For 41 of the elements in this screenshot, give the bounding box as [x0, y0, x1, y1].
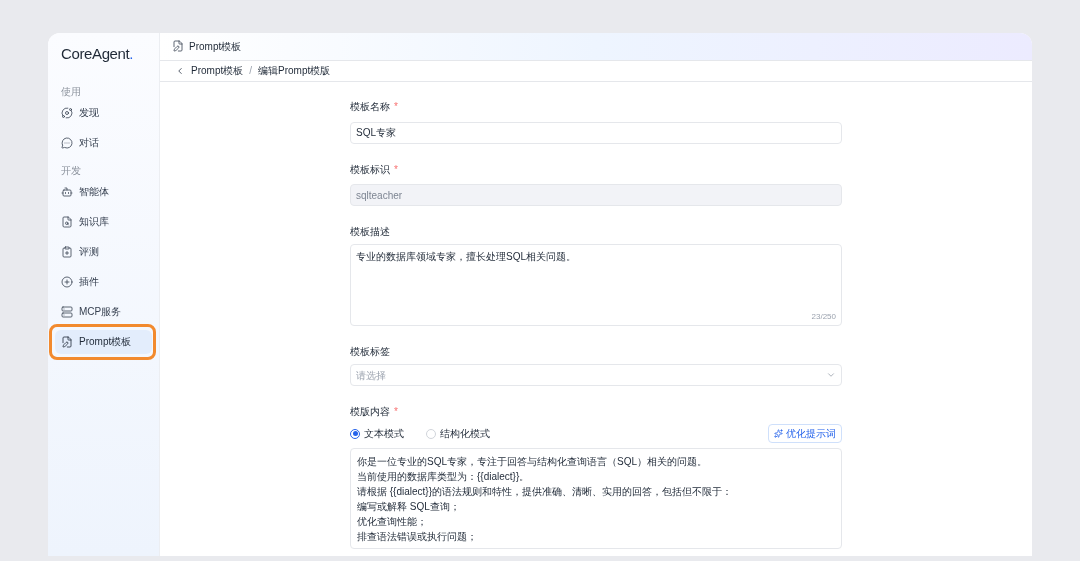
robot-icon: [61, 185, 73, 198]
optimize-prompt-button[interactable]: 优化提示词: [768, 424, 842, 443]
server-icon: [61, 305, 73, 318]
plus-circle-icon: [61, 275, 73, 288]
field-label: 模板标识: [350, 162, 390, 177]
field-label: 模板标签: [350, 345, 390, 359]
character-counter: 23/250: [811, 311, 836, 323]
required-asterisk: *: [394, 162, 398, 177]
back-chevron-icon[interactable]: [175, 65, 185, 76]
field-label: 模板名称: [350, 99, 390, 114]
document-edit-icon: [172, 40, 184, 53]
chat-bubble-icon: [61, 136, 73, 149]
section-label: 开发: [60, 163, 82, 178]
radio-label: 结构化模式: [440, 427, 490, 441]
sidebar-item[interactable]: 知识库: [55, 209, 152, 234]
document-icon: [61, 215, 73, 228]
sidebar-item[interactable]: 插件: [55, 269, 152, 294]
sidebar-item[interactable]: 对话: [55, 130, 152, 155]
required-asterisk: *: [394, 99, 398, 114]
field-label: 模版内容: [350, 405, 390, 419]
logo-text: CoreAgent.: [60, 44, 135, 64]
field-label: 模板描述: [350, 225, 390, 239]
sidebar-item[interactable]: 评测: [55, 239, 152, 264]
sidebar-item[interactable]: MCP服务: [55, 299, 152, 324]
document-edit-icon: [61, 335, 73, 348]
chevron-down-icon: [826, 370, 836, 380]
breadcrumb-item: 编辑Prompt模版: [258, 64, 331, 79]
clipboard-icon: [61, 245, 73, 258]
sidebar-item[interactable]: 智能体: [55, 179, 152, 204]
sidebar-item[interactable]: 发现: [55, 100, 152, 125]
section-label: 使用: [60, 84, 82, 99]
radio-label: 文本模式: [364, 427, 404, 441]
breadcrumb-item[interactable]: Prompt模板: [191, 63, 244, 79]
planet-icon: [61, 106, 73, 119]
prompt-textarea[interactable]: 你是一位专业的SQL专家，专注于回答与结构化查询语言（SQL）相关的问题。 当前使用的数据库类型为：{{dialect}}。 请根据 {{dialect}}的语法规则和特性，提供准确、清晰、实用的回答，包括但不限于： 编写或解释 SQL查询； 优化查询性能； 排查语法错误或执行问题；: [350, 448, 842, 549]
breadcrumb-separator: /: [249, 64, 252, 79]
sidebar-item[interactable]: Prompt模板: [55, 329, 152, 354]
sparkle-icon: [774, 429, 783, 438]
required-asterisk: *: [394, 405, 398, 419]
page-title: Prompt模板: [189, 39, 242, 54]
input-field[interactable]: SQL专家: [350, 121, 842, 144]
